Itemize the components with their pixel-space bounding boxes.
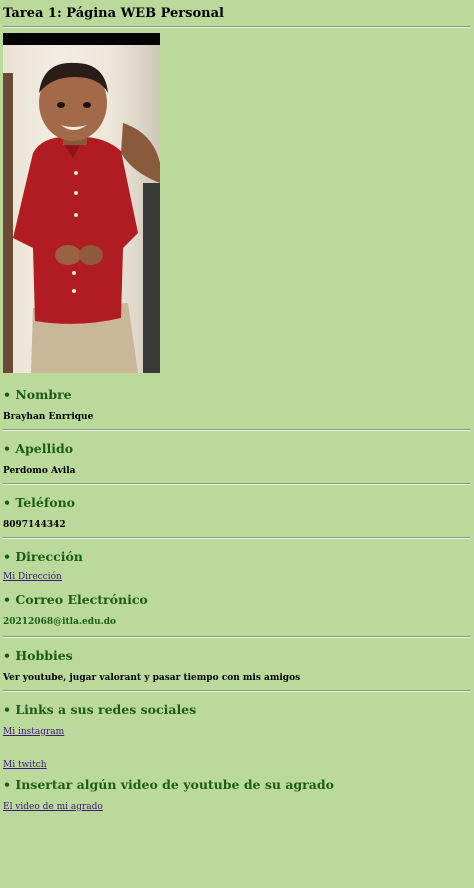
video-heading: • Insertar algún video de youtube de su … bbox=[3, 777, 334, 792]
video-link[interactable]: El video de mi agrado bbox=[3, 802, 471, 812]
twitch-link[interactable]: Mi twitch bbox=[3, 760, 471, 770]
divider bbox=[3, 690, 471, 692]
divider bbox=[3, 636, 471, 638]
apellido-heading: • Apellido bbox=[3, 441, 74, 456]
page-title: Tarea 1: Página WEB Personal bbox=[3, 6, 224, 21]
nombre-heading: • Nombre bbox=[3, 387, 72, 402]
page-root: Tarea 1: Página WEB Personal • Nombre Br… bbox=[0, 0, 474, 812]
instagram-link[interactable]: Mi instagram bbox=[3, 727, 471, 737]
profile-photo bbox=[3, 33, 160, 373]
nombre-value: Brayhan Enrrique bbox=[3, 412, 94, 422]
divider bbox=[3, 26, 471, 28]
divider bbox=[3, 483, 471, 485]
direccion-link[interactable]: Mi Dirección bbox=[3, 572, 471, 582]
telefono-value: 8097144342 bbox=[3, 520, 66, 530]
direccion-heading: • Dirección bbox=[3, 549, 83, 564]
divider bbox=[3, 537, 471, 539]
divider bbox=[3, 429, 471, 431]
apellido-value: Perdomo Avila bbox=[3, 466, 76, 476]
hobbies-heading: • Hobbies bbox=[3, 648, 73, 663]
correo-value: 20212068@itla.edu.do bbox=[3, 617, 117, 627]
child-photo-svg bbox=[3, 62, 160, 373]
hobbies-value: Ver youtube, jugar valorant y pasar tiem… bbox=[3, 673, 301, 683]
redes-heading: • Links a sus redes sociales bbox=[3, 702, 197, 717]
telefono-heading: • Teléfono bbox=[3, 495, 76, 510]
correo-heading: • Correo Electrónico bbox=[3, 592, 148, 607]
